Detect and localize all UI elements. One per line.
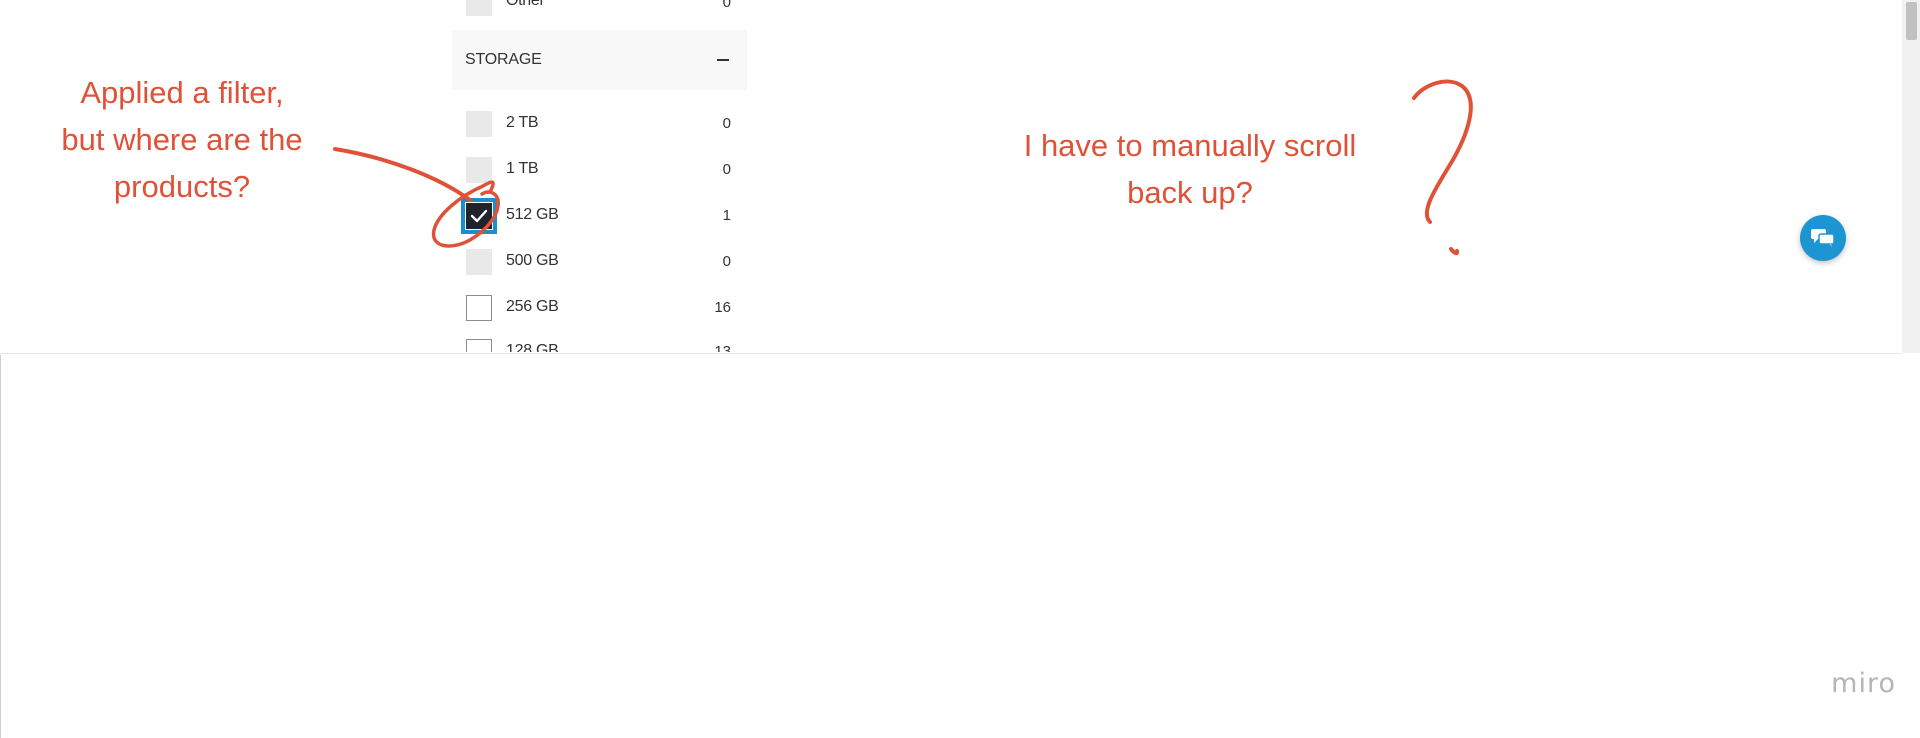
option-count: 1 — [722, 207, 731, 224]
screenshot-bottom-edge — [0, 353, 1902, 354]
filter-option-500gb[interactable]: 500 GB 0 — [452, 238, 747, 284]
collapse-minus-icon[interactable] — [717, 59, 729, 61]
option-count: 13 — [714, 343, 731, 352]
option-label: Other — [506, 0, 545, 9]
filter-option-512gb[interactable]: 512 GB 1 — [452, 192, 747, 238]
option-label: 2 TB — [506, 114, 539, 131]
option-checkbox[interactable] — [466, 111, 492, 137]
miro-logo: miro — [1831, 668, 1896, 699]
section-title: STORAGE — [465, 51, 542, 68]
option-count: 0 — [722, 115, 731, 132]
filter-option-256gb[interactable]: 256 GB 16 — [452, 284, 747, 330]
filter-option-other[interactable]: Other 0 — [452, 0, 747, 16]
option-checkbox[interactable] — [466, 249, 492, 275]
filter-option-128gb[interactable]: 128 GB 13 — [452, 330, 747, 352]
option-count: 0 — [722, 161, 731, 178]
option-count: 0 — [722, 253, 731, 270]
filter-option-2tb[interactable]: 2 TB 0 — [452, 100, 747, 146]
storage-filter-panel: Other 0 STORAGE 2 TB 0 1 TB 0 512 GB 1 5… — [452, 0, 747, 352]
option-label: 1 TB — [506, 160, 539, 177]
option-label: 128 GB — [506, 342, 559, 352]
annotation-left: Applied a filter, but where are the prod… — [28, 69, 336, 210]
scrollbar-thumb[interactable] — [1906, 2, 1917, 40]
whiteboard-canvas: Other 0 STORAGE 2 TB 0 1 TB 0 512 GB 1 5… — [0, 0, 1920, 738]
option-checkbox-checked[interactable] — [461, 198, 497, 234]
vertical-scrollbar[interactable] — [1902, 0, 1920, 353]
option-checkbox[interactable] — [466, 339, 492, 352]
option-label: 512 GB — [506, 206, 559, 223]
annotation-line: Applied a filter, — [80, 75, 284, 110]
chat-button[interactable] — [1800, 215, 1846, 261]
option-checkbox[interactable] — [466, 157, 492, 183]
option-checkbox[interactable] — [466, 0, 492, 16]
option-count: 0 — [722, 0, 731, 11]
option-label: 256 GB — [506, 298, 559, 315]
filter-option-1tb[interactable]: 1 TB 0 — [452, 146, 747, 192]
chat-bubbles-icon — [1811, 229, 1835, 247]
annotation-line: back up? — [1127, 175, 1253, 210]
option-label: 500 GB — [506, 252, 559, 269]
storage-section-header[interactable]: STORAGE — [452, 30, 747, 90]
annotation-line: but where are the — [61, 122, 303, 157]
annotation-line: products? — [113, 169, 251, 204]
checkmark-icon — [470, 209, 488, 223]
annotation-right: I have to manually scroll back up? — [980, 122, 1400, 216]
option-count: 16 — [714, 299, 731, 316]
option-checkbox[interactable] — [466, 295, 492, 321]
annotation-line: I have to manually scroll — [1023, 128, 1357, 163]
